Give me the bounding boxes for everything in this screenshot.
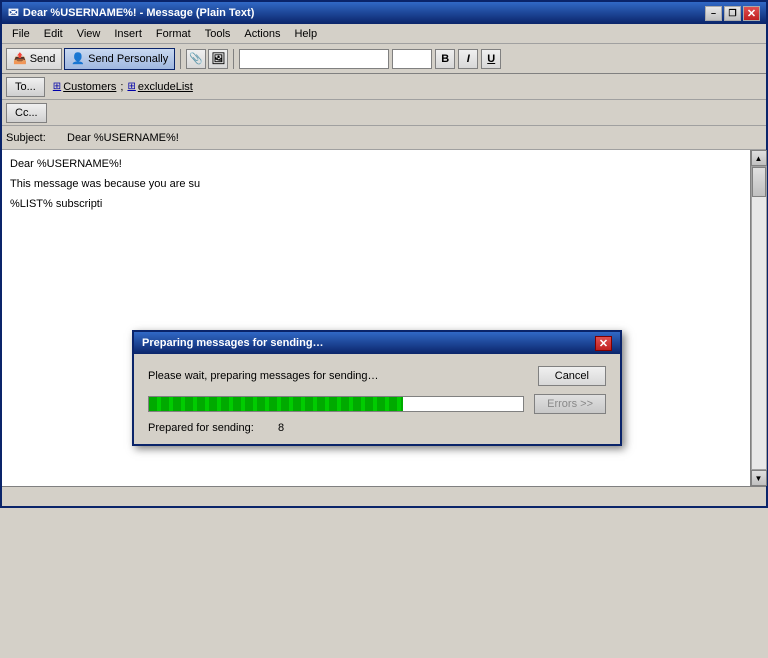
italic-button[interactable]: I	[458, 49, 478, 69]
customers-contact[interactable]: ⊞ Customers	[53, 81, 117, 93]
dialog-status-text: Please wait, preparing messages for send…	[148, 370, 528, 382]
scroll-up[interactable]: ▲	[751, 150, 767, 166]
contact-icon-2: ⊞	[127, 81, 135, 92]
customers-label: Customers	[63, 81, 116, 93]
cc-button[interactable]: Cc...	[6, 103, 47, 123]
preparing-dialog: Preparing messages for sending… ✕ Please…	[132, 330, 622, 446]
send-icon: 📤	[13, 52, 27, 65]
progress-bar	[149, 397, 403, 411]
send-personally-label: Send Personally	[88, 53, 168, 65]
status-bar	[2, 486, 766, 506]
dialog-body: Please wait, preparing messages for send…	[134, 354, 620, 444]
progress-bar-container	[148, 396, 524, 412]
to-button[interactable]: To...	[6, 77, 45, 97]
subject-row: Subject: Dear %USERNAME%!	[2, 126, 766, 150]
menu-insert[interactable]: Insert	[108, 27, 148, 41]
send-label: Send	[30, 53, 56, 65]
dialog-prepared-row: Prepared for sending: 8	[148, 422, 606, 434]
dialog-prepared-label: Prepared for sending:	[148, 422, 268, 434]
separator-1	[180, 49, 181, 69]
contact-icon-1: ⊞	[53, 81, 61, 92]
subject-value[interactable]: Dear %USERNAME%!	[67, 132, 766, 144]
menu-format[interactable]: Format	[150, 27, 197, 41]
scroll-down[interactable]: ▼	[751, 470, 767, 486]
bold-button[interactable]: B	[435, 49, 455, 69]
font-size-selector[interactable]	[392, 49, 432, 69]
menu-tools[interactable]: Tools	[199, 27, 237, 41]
close-window-button[interactable]: ✕	[743, 6, 760, 21]
body-line2: This message was because you are su	[10, 178, 742, 190]
dialog-status-row: Please wait, preparing messages for send…	[148, 366, 606, 386]
send-personally-button[interactable]: 👤 Send Personally	[64, 48, 175, 70]
window-title: Dear %USERNAME%! - Message (Plain Text)	[23, 7, 254, 19]
app-icon: ✉	[8, 5, 19, 21]
excludelist-label: excludeList	[138, 81, 193, 93]
menu-help[interactable]: Help	[288, 27, 323, 41]
send-personally-icon: 👤	[71, 52, 85, 65]
cc-input[interactable]	[55, 107, 762, 119]
minimize-button[interactable]: –	[705, 6, 722, 21]
toolbar: 📤 Send 👤 Send Personally 📎 🖼 B I U	[2, 44, 766, 74]
main-window: ✉ Dear %USERNAME%! - Message (Plain Text…	[0, 0, 768, 508]
font-selector[interactable]	[239, 49, 389, 69]
body-line1: Dear %USERNAME%!	[10, 158, 742, 170]
dialog-cancel-button[interactable]: Cancel	[538, 366, 606, 386]
dialog-progress-row: Errors >>	[148, 394, 606, 414]
scroll-thumb[interactable]	[752, 167, 766, 197]
dialog-close-button[interactable]: ✕	[595, 336, 612, 351]
menu-edit[interactable]: Edit	[38, 27, 69, 41]
menu-bar: File Edit View Insert Format Tools Actio…	[2, 24, 766, 44]
cc-field	[51, 107, 766, 119]
compose-main: Dear %USERNAME%! This message was becaus…	[2, 150, 766, 486]
subject-label: Subject:	[2, 132, 67, 144]
dialog-title-text: Preparing messages for sending…	[142, 337, 324, 349]
scrollbar: ▲ ▼	[750, 150, 766, 486]
contact-separator: ;	[120, 81, 123, 93]
dialog-title-bar: Preparing messages for sending… ✕	[134, 332, 620, 354]
formatting-controls: B I U	[239, 49, 762, 69]
cc-row: Cc...	[2, 100, 766, 126]
menu-file[interactable]: File	[6, 27, 36, 41]
body-line3: %LIST% subscripti	[10, 198, 742, 210]
title-bar-buttons: – ❐ ✕	[705, 6, 760, 21]
dialog-prepared-value: 8	[278, 422, 284, 434]
scroll-track[interactable]	[751, 166, 767, 470]
restore-button[interactable]: ❐	[724, 6, 741, 21]
send-button[interactable]: 📤 Send	[6, 48, 62, 70]
menu-view[interactable]: View	[71, 27, 107, 41]
compose-area: To... ⊞ Customers ; ⊞ excludeList Cc...	[2, 74, 766, 486]
attach-button[interactable]: 📎	[186, 49, 206, 69]
to-row: To... ⊞ Customers ; ⊞ excludeList	[2, 74, 766, 100]
insert-button[interactable]: 🖼	[208, 49, 228, 69]
underline-button[interactable]: U	[481, 49, 501, 69]
excludelist-contact[interactable]: ⊞ excludeList	[127, 81, 192, 93]
separator-2	[233, 49, 234, 69]
menu-actions[interactable]: Actions	[238, 27, 286, 41]
title-bar-left: ✉ Dear %USERNAME%! - Message (Plain Text…	[8, 5, 254, 21]
dialog-errors-button[interactable]: Errors >>	[534, 394, 606, 414]
title-bar: ✉ Dear %USERNAME%! - Message (Plain Text…	[2, 2, 766, 24]
to-field: ⊞ Customers ; ⊞ excludeList	[49, 81, 766, 93]
